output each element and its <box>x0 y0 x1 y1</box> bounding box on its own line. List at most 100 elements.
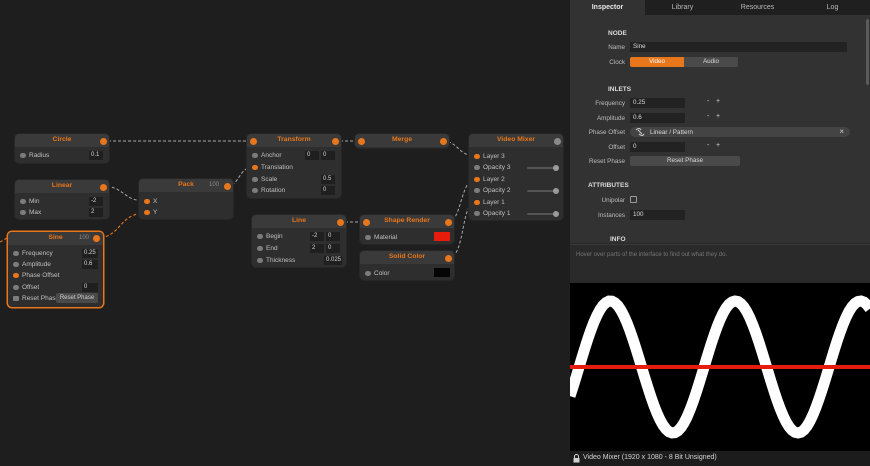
shape-render-output-port[interactable] <box>444 218 452 226</box>
material-inlet[interactable] <box>365 234 371 240</box>
inspector-frequency-field[interactable]: 0.25 <box>630 98 685 108</box>
amplitude-decrement-button[interactable]: - <box>707 113 709 120</box>
rotation-inlet[interactable] <box>252 187 258 193</box>
circle-node[interactable]: Circle Radius 0.1 <box>15 134 109 163</box>
end-x-field[interactable]: 2 <box>310 243 324 253</box>
video-preview <box>564 283 870 451</box>
translation-inlet[interactable] <box>252 164 258 170</box>
help-text: Hover over parts of the interface to fin… <box>576 252 728 258</box>
unipolar-checkbox[interactable] <box>630 196 637 203</box>
circle-output-port[interactable] <box>99 137 107 145</box>
close-icon[interactable]: × <box>839 127 844 136</box>
clock-audio-option[interactable]: Audio <box>684 57 738 67</box>
linear-node[interactable]: Linear Min -2 Max 2 <box>15 180 109 219</box>
amplitude-field[interactable]: 0.6 <box>82 259 98 269</box>
inspector-offset-field[interactable]: 0 <box>630 142 685 152</box>
opacity1-slider-handle[interactable] <box>553 210 559 217</box>
inspector-amplitude-field[interactable]: 0.6 <box>630 113 685 123</box>
x-inlet[interactable] <box>144 198 150 204</box>
video-mixer-node[interactable]: Video Mixer Layer 3 Opacity 3 Layer 2 Op… <box>469 134 563 220</box>
opacity3-slider-handle[interactable] <box>553 164 559 171</box>
reset-phase-inlet[interactable] <box>13 295 19 301</box>
scale-label: Scale <box>261 176 278 183</box>
end-inlet[interactable] <box>257 245 263 251</box>
max-inlet[interactable] <box>20 209 26 215</box>
scale-inlet[interactable] <box>252 176 258 182</box>
scale-field[interactable]: 0.5 <box>321 174 335 184</box>
solid-color-output-port[interactable] <box>444 254 452 262</box>
clock-video-option[interactable]: Video <box>630 57 684 67</box>
inspector-scrollbar[interactable] <box>866 19 869 85</box>
shape-render-input-port[interactable] <box>363 218 370 226</box>
merge-input-port[interactable] <box>358 137 365 145</box>
instances-field[interactable]: 100 <box>630 210 685 220</box>
line-node[interactable]: Line Begin -2 0 End 2 0 Thickness 0.025 <box>252 215 346 267</box>
tab-library[interactable]: Library <box>645 0 720 15</box>
tab-log[interactable]: Log <box>795 0 870 15</box>
opacity2-inlet[interactable] <box>474 187 480 193</box>
begin-x-field[interactable]: -2 <box>310 231 324 241</box>
offset-inlet[interactable] <box>13 284 19 290</box>
end-y-field[interactable]: 0 <box>326 243 340 253</box>
node-graph-canvas[interactable]: Circle Radius 0.1 Linear Min -2 Max 2 Si… <box>0 0 570 466</box>
begin-label: Begin <box>266 233 283 240</box>
opacity3-inlet[interactable] <box>474 164 480 170</box>
anchor-inlet[interactable] <box>252 152 258 158</box>
merge-output-port[interactable] <box>439 137 447 145</box>
offset-field[interactable]: 0 <box>82 282 98 292</box>
unipolar-label: Unipolar <box>601 197 625 204</box>
inspector-reset-phase-button[interactable]: Reset Phase <box>630 156 740 166</box>
thickness-field[interactable]: 0.025 <box>324 255 342 265</box>
opacity1-inlet[interactable] <box>474 210 480 216</box>
layer1-inlet[interactable] <box>474 199 480 205</box>
pack-node[interactable]: Pack 100 X Y <box>139 179 233 219</box>
sine-output-port[interactable] <box>92 235 100 242</box>
offset-decrement-button[interactable]: - <box>707 142 709 149</box>
sine-instance-count: 100 <box>78 234 89 241</box>
merge-node[interactable]: Merge <box>355 134 449 148</box>
thickness-inlet[interactable] <box>257 257 263 263</box>
amplitude-inlet[interactable] <box>13 261 19 267</box>
opacity2-slider-handle[interactable] <box>553 187 559 194</box>
line-output-port[interactable] <box>336 218 344 226</box>
solid-color-node[interactable]: Solid Color Color <box>360 251 454 280</box>
frequency-increment-button[interactable]: + <box>716 98 720 105</box>
rotation-field[interactable]: 0 <box>321 185 335 195</box>
video-mixer-output-port[interactable] <box>553 137 561 145</box>
radius-field[interactable]: 0.1 <box>89 150 103 160</box>
layer2-inlet[interactable] <box>474 176 480 182</box>
offset-increment-button[interactable]: + <box>716 142 720 149</box>
tab-resources[interactable]: Resources <box>720 0 795 15</box>
reset-phase-button[interactable]: Reset Phase <box>56 293 98 303</box>
radius-inlet[interactable] <box>20 152 26 158</box>
min-inlet[interactable] <box>20 198 26 204</box>
name-field[interactable]: Sine <box>630 42 847 52</box>
y-inlet[interactable] <box>144 209 150 215</box>
min-field[interactable]: -2 <box>89 196 103 206</box>
anchor-y-field[interactable]: 0 <box>321 150 335 160</box>
opacity2-label: Opacity 2 <box>483 187 511 194</box>
phase-offset-connection-chip[interactable]: Linear / Pattern × <box>630 127 850 137</box>
layer3-inlet[interactable] <box>474 153 480 159</box>
lock-icon[interactable] <box>573 454 580 463</box>
anchor-x-field[interactable]: 0 <box>305 150 319 160</box>
shape-render-node[interactable]: Shape Render Material <box>360 215 454 244</box>
material-color-swatch[interactable] <box>434 232 450 241</box>
color-swatch[interactable] <box>434 268 450 277</box>
max-field[interactable]: 2 <box>89 207 103 217</box>
begin-y-field[interactable]: 0 <box>326 231 340 241</box>
tab-inspector[interactable]: Inspector <box>570 0 645 15</box>
phase-offset-inlet[interactable] <box>13 272 19 278</box>
transform-input-port[interactable] <box>250 137 257 145</box>
linear-output-port[interactable] <box>99 183 107 191</box>
frequency-field[interactable]: 0.25 <box>82 248 98 258</box>
frequency-inlet[interactable] <box>13 250 19 256</box>
transform-output-port[interactable] <box>331 137 339 145</box>
transform-node[interactable]: Transform Anchor 0 0 Translation Scale 0… <box>247 134 341 198</box>
begin-inlet[interactable] <box>257 233 263 239</box>
sine-node[interactable]: Sine 100 Frequency 0.25 Amplitude 0.6 Ph… <box>8 232 103 307</box>
amplitude-increment-button[interactable]: + <box>716 113 720 120</box>
frequency-decrement-button[interactable]: - <box>707 98 709 105</box>
color-inlet[interactable] <box>365 270 371 276</box>
pack-output-port[interactable] <box>223 182 231 190</box>
